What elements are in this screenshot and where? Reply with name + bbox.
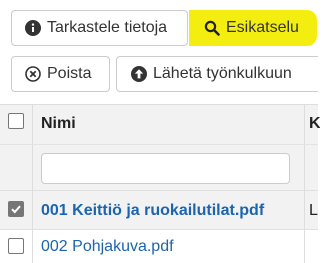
delete-button[interactable]: Poista <box>11 56 110 92</box>
select-all-checkbox[interactable] <box>8 113 24 129</box>
arrow-up-circle-icon <box>131 66 147 82</box>
filter-row <box>0 144 318 190</box>
column-header-k[interactable]: K <box>309 115 320 133</box>
truncated-cell: L <box>309 202 318 219</box>
column-divider <box>32 145 33 190</box>
column-divider <box>304 230 305 263</box>
table-header-row: Nimi K <box>0 105 320 144</box>
file-link[interactable]: 002 Pohjakuva.pdf <box>41 238 174 256</box>
view-details-label: Tarkastele tietoja <box>47 19 168 36</box>
column-divider <box>304 145 305 190</box>
remove-circle-icon <box>25 66 41 82</box>
search-icon <box>204 20 220 36</box>
column-header-name[interactable]: Nimi <box>41 115 76 133</box>
view-details-button[interactable]: Tarkastele tietoja <box>11 10 188 46</box>
info-icon <box>25 20 41 36</box>
column-divider <box>304 105 305 144</box>
preview-button[interactable]: Esikatselu <box>189 10 317 46</box>
preview-label: Esikatselu <box>226 19 299 36</box>
column-divider <box>304 191 305 229</box>
column-divider <box>32 105 33 144</box>
column-divider <box>32 191 33 229</box>
send-to-workflow-label: Lähetä työnkulkuun <box>153 65 292 82</box>
table-row[interactable]: 001 Keittiö ja ruokailutilat.pdf L <box>0 190 318 229</box>
row-checkbox-checked[interactable] <box>8 201 24 217</box>
file-link[interactable]: 001 Keittiö ja ruokailutilat.pdf <box>41 202 264 220</box>
table-row[interactable]: 002 Pohjakuva.pdf <box>0 229 318 263</box>
column-divider <box>32 230 33 263</box>
row-checkbox[interactable] <box>8 238 24 254</box>
name-filter-input[interactable] <box>41 153 290 184</box>
delete-label: Poista <box>47 65 92 82</box>
send-to-workflow-button[interactable]: Lähetä työnkulkuun <box>116 56 318 92</box>
checkmark-icon <box>11 205 21 214</box>
file-table: Nimi K 001 Keittiö ja ruokailutilat.pdf … <box>0 104 320 263</box>
